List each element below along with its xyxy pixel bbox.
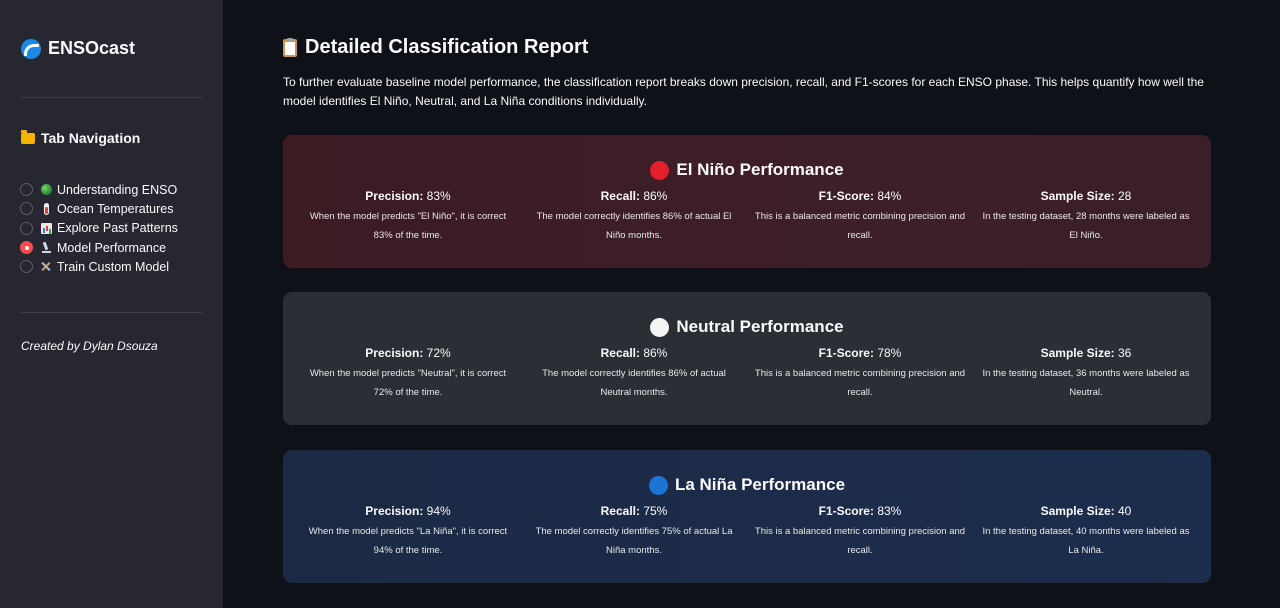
nav-title: Tab Navigation xyxy=(21,129,141,146)
nav-title-label: Tab Navigation xyxy=(41,130,141,146)
metrics-row: Precision: 83% When the model predicts "… xyxy=(283,189,1211,245)
card-title-text: El Niño Performance xyxy=(676,160,844,179)
metric-label: Recall: xyxy=(600,346,640,360)
precision-metric: Precision: 83% When the model predicts "… xyxy=(295,189,521,245)
radio-button[interactable] xyxy=(20,183,33,197)
globe-icon xyxy=(41,184,52,196)
metric-description: In the testing dataset, 36 months were l… xyxy=(982,368,1190,398)
wave-icon xyxy=(21,38,41,59)
sample-size-metric: Sample Size: 40 In the testing dataset, … xyxy=(973,504,1199,560)
sample-size-metric: Sample Size: 28 In the testing dataset, … xyxy=(973,189,1199,245)
recall-metric: Recall: 86% The model correctly identifi… xyxy=(521,346,747,402)
neutral-performance-card: Neutral Performance Precision: 72% When … xyxy=(283,292,1211,425)
metric-label: Recall: xyxy=(600,189,640,203)
metric-description: When the model predicts "La Niña", it is… xyxy=(308,526,508,556)
nav-item-label: Model Performance xyxy=(57,240,167,255)
main-content: Detailed Classification Report To furthe… xyxy=(223,0,1280,608)
metric-value: 28 xyxy=(1118,189,1132,203)
nav-item-ocean-temperatures[interactable]: Ocean Temperatures xyxy=(20,199,178,218)
nav-item-explore-past-patterns[interactable]: Explore Past Patterns xyxy=(20,219,178,238)
metric-value: 78% xyxy=(877,346,902,360)
metric-label: F1-Score: xyxy=(818,346,874,360)
nav-item-label: Ocean Temperatures xyxy=(57,201,174,216)
brand: ENSOcast xyxy=(21,38,135,59)
metric-value: 40 xyxy=(1118,504,1132,518)
metrics-row: Precision: 94% When the model predicts "… xyxy=(283,504,1211,560)
card-title: Neutral Performance xyxy=(283,315,1211,339)
metric-description: When the model predicts "Neutral", it is… xyxy=(309,368,507,398)
radio-button[interactable] xyxy=(20,202,33,216)
metric-value: 86% xyxy=(643,189,668,203)
card-title-text: La Niña Performance xyxy=(674,475,846,494)
recall-metric: Recall: 86% The model correctly identifi… xyxy=(521,189,747,245)
metric-description: The model correctly identifies 86% of ac… xyxy=(536,211,732,241)
thermometer-icon xyxy=(44,202,49,215)
metric-label: Sample Size: xyxy=(1040,189,1115,203)
nav-item-model-performance[interactable]: Model Performance xyxy=(20,238,178,257)
sidebar-divider xyxy=(21,97,202,98)
nav-item-label: Understanding ENSO xyxy=(57,182,178,197)
folder-icon xyxy=(21,129,35,144)
red-circle-icon xyxy=(650,160,670,180)
nav-item-label: Train Custom Model xyxy=(57,259,170,274)
metric-value: 72% xyxy=(426,346,451,360)
la-nina-performance-card: La Niña Performance Precision: 94% When … xyxy=(283,450,1211,583)
metric-value: 83% xyxy=(877,504,902,518)
radio-button[interactable] xyxy=(20,260,33,274)
metric-label: F1-Score: xyxy=(818,189,874,203)
sidebar-divider xyxy=(21,312,202,313)
metric-value: 36 xyxy=(1118,346,1132,360)
radio-button[interactable] xyxy=(20,221,33,235)
hammer-wrench-icon xyxy=(41,261,52,272)
page-title: Detailed Classification Report xyxy=(283,36,588,59)
credit-text: Created by Dylan Dsouza xyxy=(21,339,158,353)
nav-radio-group: Understanding ENSO Ocean Temperatures Ex… xyxy=(20,180,178,276)
metric-description: When the model predicts "El Niño", it is… xyxy=(309,211,507,241)
intro-paragraph: To further evaluate baseline model perfo… xyxy=(283,75,1204,108)
metric-label: Precision: xyxy=(365,346,424,360)
precision-metric: Precision: 94% When the model predicts "… xyxy=(295,504,521,560)
metric-label: Sample Size: xyxy=(1040,504,1115,518)
metric-value: 83% xyxy=(426,189,451,203)
metric-value: 84% xyxy=(877,189,902,203)
metric-description: The model correctly identifies 86% of ac… xyxy=(542,368,726,398)
clipboard-icon xyxy=(283,37,297,57)
metric-description: In the testing dataset, 40 months were l… xyxy=(982,526,1190,556)
f1-score-metric: F1-Score: 83% This is a balanced metric … xyxy=(747,504,973,560)
metric-label: Precision: xyxy=(365,504,424,518)
nav-item-label: Explore Past Patterns xyxy=(57,221,178,236)
brand-name: ENSOcast xyxy=(48,38,136,58)
radio-button-selected[interactable] xyxy=(20,241,33,255)
metric-label: Precision: xyxy=(365,189,424,203)
metric-description: The model correctly identifies 75% of ac… xyxy=(535,526,733,556)
f1-score-metric: F1-Score: 78% This is a balanced metric … xyxy=(747,346,973,402)
recall-metric: Recall: 75% The model correctly identifi… xyxy=(521,504,747,560)
card-title: El Niño Performance xyxy=(283,158,1211,182)
blue-circle-icon xyxy=(648,475,668,495)
f1-score-metric: F1-Score: 84% This is a balanced metric … xyxy=(747,189,973,245)
nav-item-train-custom-model[interactable]: Train Custom Model xyxy=(20,257,178,276)
metric-description: In the testing dataset, 28 months were l… xyxy=(982,211,1190,241)
metric-value: 86% xyxy=(643,346,668,360)
metric-label: Recall: xyxy=(600,504,640,518)
metric-label: F1-Score: xyxy=(818,504,874,518)
metric-value: 94% xyxy=(426,504,451,518)
metric-description: This is a balanced metric combining prec… xyxy=(754,526,966,556)
nav-item-understanding-enso[interactable]: Understanding ENSO xyxy=(20,180,178,199)
card-title: La Niña Performance xyxy=(283,473,1211,497)
sample-size-metric: Sample Size: 36 In the testing dataset, … xyxy=(973,346,1199,402)
bar-chart-icon xyxy=(41,222,52,234)
metrics-row: Precision: 72% When the model predicts "… xyxy=(283,346,1211,402)
sidebar: ENSOcast Tab Navigation Understanding EN… xyxy=(0,0,223,608)
precision-metric: Precision: 72% When the model predicts "… xyxy=(295,346,521,402)
white-circle-icon xyxy=(650,317,670,337)
metric-description: This is a balanced metric combining prec… xyxy=(754,368,966,398)
page-title-text: Detailed Classification Report xyxy=(305,36,589,58)
card-title-text: Neutral Performance xyxy=(676,317,844,336)
metric-description: This is a balanced metric combining prec… xyxy=(754,211,966,241)
metric-value: 75% xyxy=(643,504,668,518)
microscope-icon xyxy=(41,242,52,254)
el-nino-performance-card: El Niño Performance Precision: 83% When … xyxy=(283,135,1211,268)
metric-label: Sample Size: xyxy=(1040,346,1115,360)
